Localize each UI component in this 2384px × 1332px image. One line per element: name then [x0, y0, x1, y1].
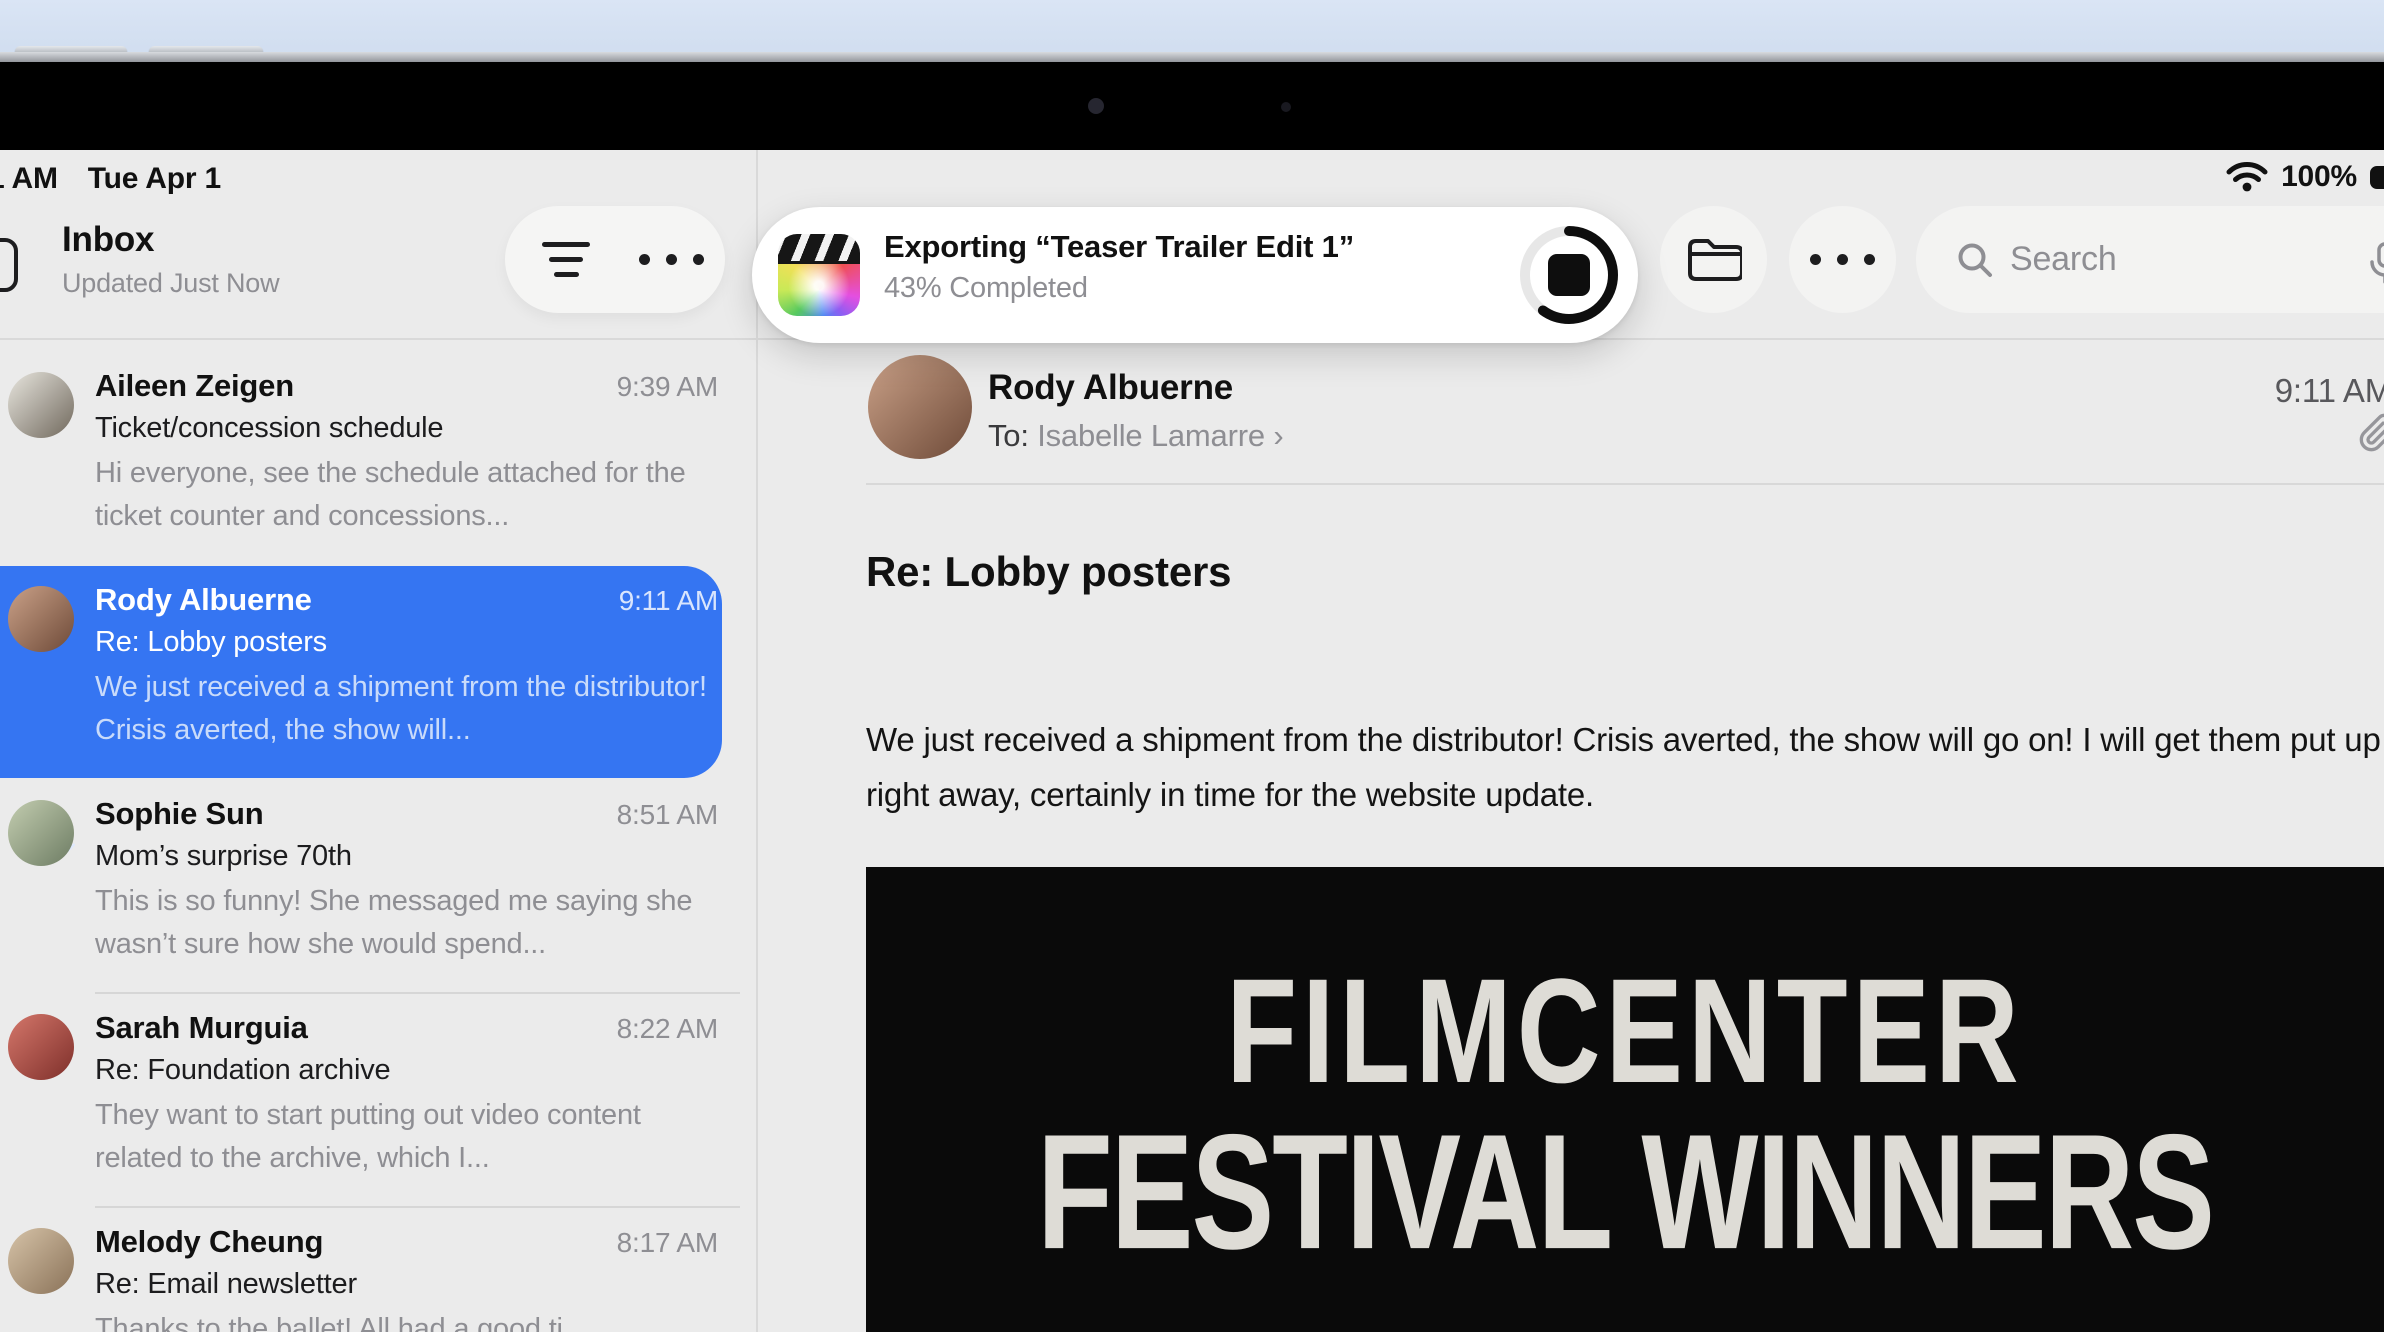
email-subject: Re: Foundation archive — [95, 1054, 718, 1087]
ellipsis-icon — [639, 254, 704, 265]
header-divider — [866, 483, 2384, 485]
sender-name: Melody Cheung — [95, 1224, 323, 1260]
wifi-icon — [2226, 161, 2268, 193]
ipad-screen: 1 AM Tue Apr 1 100% Inbox Updated Just N… — [0, 150, 2384, 1332]
message-more-button[interactable] — [1789, 206, 1896, 313]
email-list: Aileen Zeigen 9:39 AM Ticket/concession … — [0, 352, 756, 1332]
sender-name: Sophie Sun — [95, 796, 264, 832]
email-list-item[interactable]: Sophie Sun 8:51 AM Mom’s surprise 70th T… — [0, 780, 756, 994]
email-time: 9:11 AM — [619, 585, 718, 617]
detail-sender-name: Rody Albuerne — [988, 368, 1233, 408]
status-bar-left: 1 AM Tue Apr 1 — [0, 162, 221, 196]
move-to-folder-button[interactable] — [1660, 206, 1767, 313]
avatar — [8, 372, 74, 438]
search-placeholder: Search — [2010, 240, 2117, 279]
avatar — [8, 800, 74, 866]
mailbox-updated-status: Updated Just Now — [62, 268, 279, 299]
battery-icon — [2370, 166, 2384, 189]
email-time: 8:22 AM — [617, 1013, 718, 1045]
to-label: To: — [988, 418, 1029, 453]
list-more-button[interactable] — [622, 210, 720, 308]
avatar — [8, 1228, 74, 1294]
email-time: 8:51 AM — [617, 799, 718, 831]
email-preview: They want to start putting out video con… — [95, 1094, 725, 1180]
stop-export-button[interactable] — [1518, 224, 1620, 326]
email-list-item[interactable]: Aileen Zeigen 9:39 AM Ticket/concession … — [0, 352, 756, 566]
final-cut-pro-icon — [778, 234, 860, 316]
export-live-activity[interactable]: Exporting “Teaser Trailer Edit 1” 43% Co… — [752, 207, 1638, 343]
battery-percent: 100% — [2281, 160, 2357, 194]
email-list-item[interactable]: Sarah Murguia 8:22 AM Re: Foundation arc… — [0, 994, 756, 1208]
email-preview: We just received a shipment from the dis… — [95, 666, 725, 752]
email-list-item[interactable]: Melody Cheung 8:17 AM Re: Email newslett… — [0, 1208, 756, 1332]
sidebar-toggle-icon[interactable] — [0, 238, 18, 292]
filter-icon — [542, 242, 590, 277]
email-subject: Re: Lobby posters — [95, 626, 718, 659]
video-frame: 1 AM Tue Apr 1 100% Inbox Updated Just N… — [0, 0, 2384, 1332]
attachment-image[interactable]: FILMCENTER FESTIVAL WINNERS — [866, 867, 2384, 1332]
email-list-item[interactable]: Rody Albuerne 9:11 AM Re: Lobby posters … — [0, 566, 756, 780]
attachment-image-text-1: FILMCENTER — [866, 945, 2384, 1117]
avatar — [8, 1014, 74, 1080]
sender-name: Aileen Zeigen — [95, 368, 294, 404]
email-preview: Thanks to the ballet! All had a good ti.… — [95, 1308, 725, 1332]
detail-recipient-line[interactable]: To: Isabelle Lamarre › — [988, 418, 1283, 454]
avatar — [8, 586, 74, 652]
sensor-dot — [1281, 102, 1291, 112]
status-bar-right: 100% — [2226, 160, 2384, 194]
sender-name: Sarah Murguia — [95, 1010, 308, 1046]
stop-icon — [1548, 254, 1590, 296]
email-subject: Mom’s surprise 70th — [95, 840, 718, 873]
recipient-name: Isabelle Lamarre — [1037, 418, 1265, 453]
chevron-right-icon: › — [1273, 418, 1283, 453]
filter-button[interactable] — [517, 210, 615, 308]
export-title: Exporting “Teaser Trailer Edit 1” — [884, 229, 1354, 265]
search-field[interactable]: Search — [1916, 206, 2384, 313]
mailbox-title: Inbox — [62, 220, 154, 260]
email-time: 9:39 AM — [617, 371, 718, 403]
ipad-bezel — [0, 62, 2384, 150]
front-camera-dot — [1088, 98, 1104, 114]
detail-time: 9:11 AM — [2275, 372, 2384, 410]
attachment-image-text-2: FESTIVAL WINNERS — [866, 1099, 2384, 1286]
ellipsis-icon — [1810, 254, 1875, 265]
email-preview: This is so funny! She messaged me saying… — [95, 880, 725, 966]
email-preview: Hi everyone, see the schedule attached f… — [95, 452, 725, 538]
message-body: We just received a shipment from the dis… — [866, 712, 2381, 822]
dictation-mic-icon[interactable] — [2368, 242, 2384, 286]
email-time: 8:17 AM — [617, 1227, 718, 1259]
pane-divider — [756, 150, 758, 1332]
status-time: 1 AM — [0, 162, 58, 196]
email-subject: Re: Email newsletter — [95, 1268, 718, 1301]
search-icon — [1956, 241, 1994, 279]
message-subject: Re: Lobby posters — [866, 548, 1231, 596]
folder-icon — [1686, 237, 1742, 283]
sender-name: Rody Albuerne — [95, 582, 312, 618]
attachment-paperclip-icon — [2358, 412, 2384, 454]
email-subject: Ticket/concession schedule — [95, 412, 718, 445]
export-progress-text: 43% Completed — [884, 272, 1354, 305]
sender-avatar — [868, 355, 972, 459]
status-date: Tue Apr 1 — [88, 162, 221, 196]
